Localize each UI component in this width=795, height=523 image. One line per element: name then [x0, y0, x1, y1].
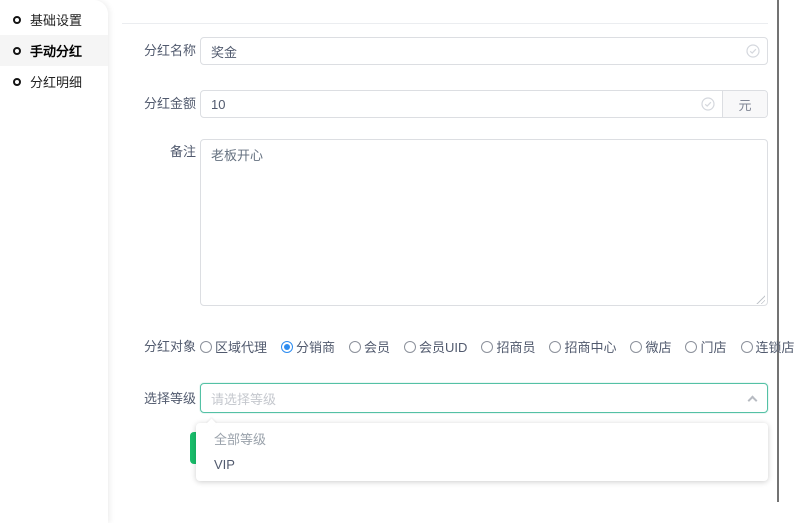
radio-label: 门店: [700, 337, 726, 356]
radio-option-distributor[interactable]: 分销商: [281, 337, 335, 356]
dividend-target-radio-group: 区域代理 分销商 会员 会员UID 招商员 招商中心 微店 门店: [200, 337, 775, 356]
dividend-name-input[interactable]: [200, 37, 768, 65]
radio-option-micro-store[interactable]: 微店: [630, 337, 671, 356]
sidebar-item-basic-settings[interactable]: 基础设置: [0, 4, 108, 35]
sidebar-item-dividend-detail[interactable]: 分红明细: [0, 66, 108, 97]
content-top-divider: [122, 23, 768, 24]
level-select[interactable]: 请选择等级: [200, 383, 768, 413]
amount-field-label: 分红金额: [120, 90, 196, 118]
circle-outline-icon: [13, 16, 21, 24]
radio-option-recruiter[interactable]: 招商员: [481, 337, 535, 356]
sidebar-item-label: 手动分红: [30, 41, 82, 60]
level-field-label: 选择等级: [120, 384, 196, 414]
radio-label: 会员UID: [419, 337, 467, 356]
chevron-up-icon: [748, 396, 758, 406]
sidebar-item-label: 基础设置: [30, 10, 82, 29]
manual-dividend-page: 基础设置 手动分红 分红明细 分红名称 分红金额 元 备注 老板开心 分红对象: [0, 0, 795, 523]
radio-icon: [200, 341, 212, 353]
amount-unit-suffix: 元: [722, 91, 767, 117]
radio-icon: [630, 341, 642, 353]
level-select-dropdown: 全部等级 VIP: [196, 423, 768, 481]
radio-icon: [481, 341, 493, 353]
name-field-label: 分红名称: [120, 37, 196, 65]
radio-icon: [404, 341, 416, 353]
circle-outline-icon: [13, 47, 21, 55]
window-edge-line: [777, 0, 779, 502]
radio-label: 连锁店: [756, 337, 795, 356]
radio-option-chain-store[interactable]: 连锁店: [741, 337, 795, 356]
circle-outline-icon: [13, 78, 21, 86]
radio-option-store[interactable]: 门店: [685, 337, 726, 356]
radio-label: 分销商: [296, 337, 335, 356]
sidebar-item-manual-dividend[interactable]: 手动分红: [0, 35, 108, 66]
radio-icon: [549, 341, 561, 353]
dividend-amount-input[interactable]: [201, 91, 722, 117]
radio-icon: [741, 341, 753, 353]
target-field-label: 分红对象: [120, 339, 196, 354]
sidebar-item-label: 分红明细: [30, 72, 82, 91]
sidebar: 基础设置 手动分红 分红明细: [0, 0, 108, 523]
dividend-amount-group: 元: [200, 90, 768, 118]
remark-textarea[interactable]: 老板开心: [200, 139, 768, 306]
radio-label: 招商中心: [564, 337, 616, 356]
radio-icon: [685, 341, 697, 353]
radio-label: 区域代理: [215, 337, 267, 356]
radio-label: 招商员: [496, 337, 535, 356]
dropdown-option-all-levels[interactable]: 全部等级: [196, 427, 768, 452]
radio-option-member[interactable]: 会员: [349, 337, 390, 356]
dropdown-option-vip[interactable]: VIP: [196, 452, 768, 477]
radio-checked-icon: [281, 341, 293, 353]
radio-option-member-uid[interactable]: 会员UID: [404, 337, 467, 356]
level-select-placeholder: 请选择等级: [211, 389, 276, 408]
radio-option-recruit-center[interactable]: 招商中心: [549, 337, 616, 356]
radio-icon: [349, 341, 361, 353]
radio-label: 微店: [645, 337, 671, 356]
remark-field-label: 备注: [120, 142, 196, 162]
radio-label: 会员: [364, 337, 390, 356]
radio-option-regional-agent[interactable]: 区域代理: [200, 337, 267, 356]
